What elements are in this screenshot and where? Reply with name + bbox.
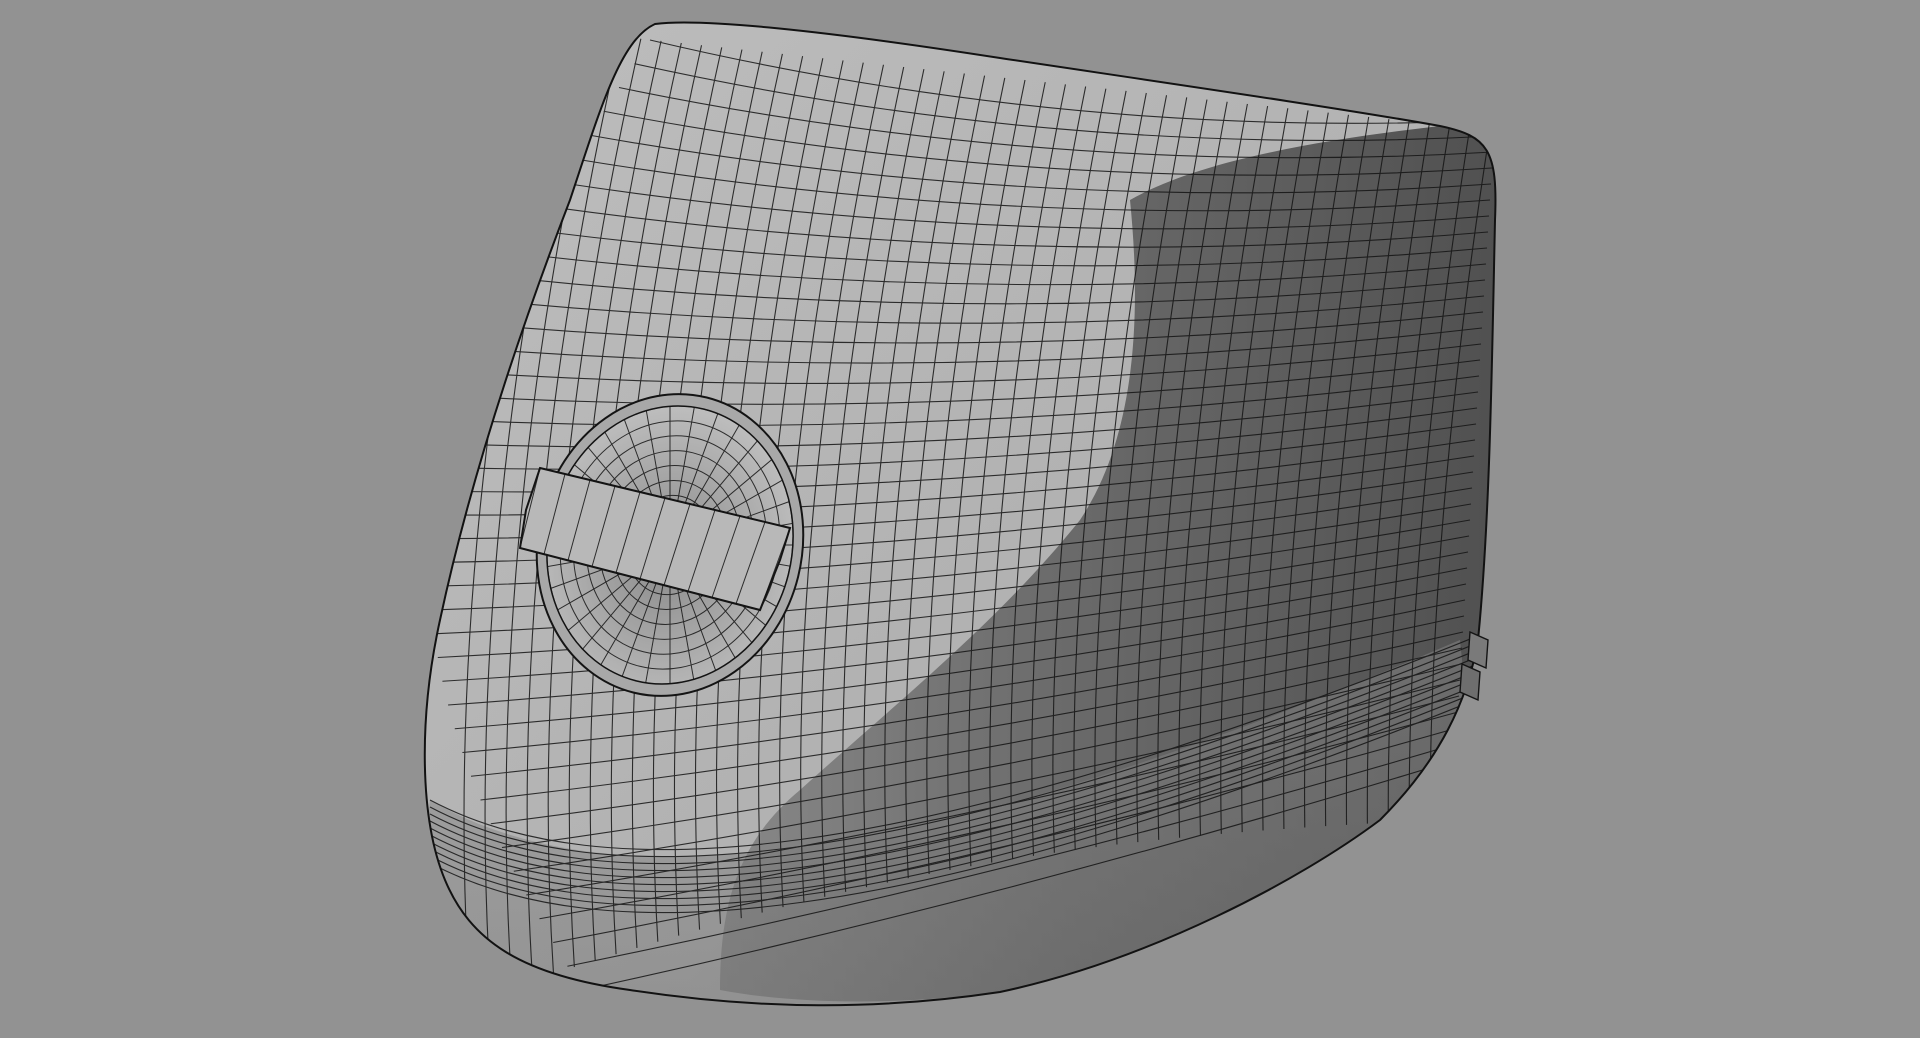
render-viewport (0, 0, 1920, 1038)
wireframe-shell-render (423, 21, 1497, 1007)
